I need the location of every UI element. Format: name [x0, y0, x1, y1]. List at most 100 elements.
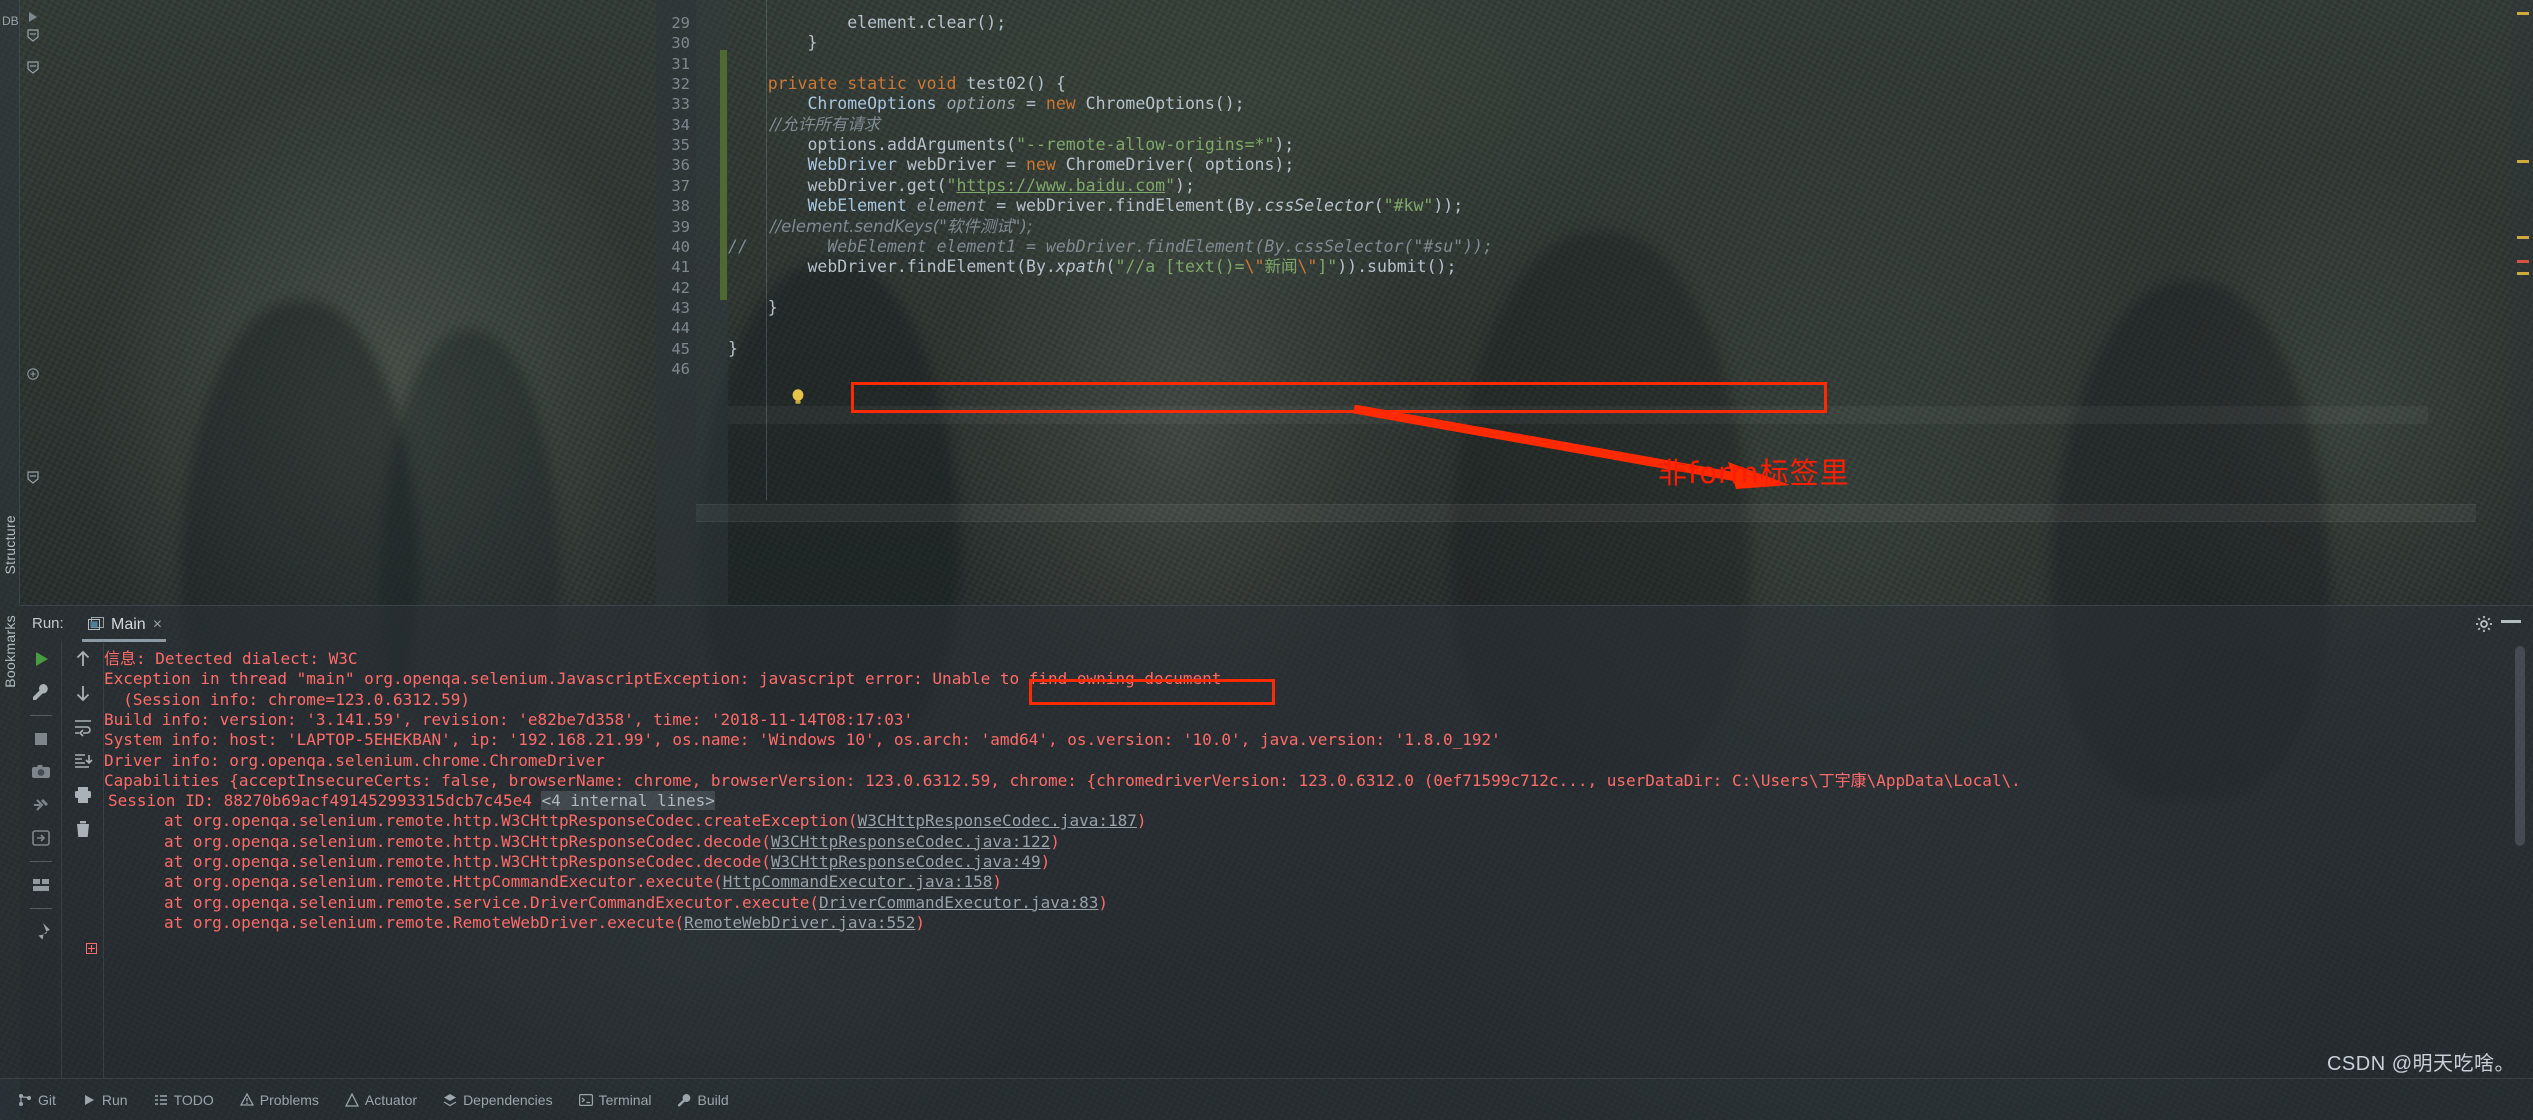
dump-threads-icon[interactable] — [31, 795, 51, 815]
warning-marker[interactable] — [2517, 160, 2529, 163]
bookmarks-tool-button[interactable]: Bookmarks — [2, 615, 18, 688]
code-line[interactable]: WebElement element = webDriver.findEleme… — [728, 196, 1463, 216]
stack-trace-line[interactable]: at org.openqa.selenium.remote.http.W3CHt… — [164, 852, 1050, 872]
status-bar-item-build[interactable]: Build — [677, 1091, 729, 1108]
print-icon[interactable] — [73, 785, 93, 805]
ide-window: DB Structure Bookmarks 29 30 31 32 33 34 35 36 3… — [0, 0, 2533, 1120]
code-line[interactable]: //element.sendKeys("软件测试"); — [728, 218, 1032, 235]
stack-frame-link[interactable]: W3CHttpResponseCodec.java:49 — [771, 852, 1041, 871]
fold-collapse-icon[interactable] — [26, 28, 40, 42]
line-number: 32 — [671, 75, 690, 94]
status-bar-item-run[interactable]: Run — [82, 1092, 128, 1108]
previous-occurrence-icon[interactable] — [73, 649, 93, 669]
code-token: ChromeDriver( options); — [1065, 155, 1295, 175]
structure-tool-button[interactable]: Structure — [2, 515, 18, 575]
database-tool-label[interactable]: DB — [2, 14, 19, 28]
code-line[interactable]: ChromeOptions options = new ChromeOption… — [728, 96, 1244, 113]
status-bar: Git Run TODO Problems Actuator Dependencies Te… — [0, 1078, 2533, 1120]
line-number: 34 — [671, 115, 690, 134]
fold-expand-icon[interactable] — [26, 367, 40, 381]
status-bar-item-terminal[interactable]: Terminal — [578, 1092, 651, 1108]
stack-trace-line[interactable]: at org.openqa.selenium.remote.service.Dr… — [164, 893, 1108, 913]
console-output[interactable]: 信息: Detected dialect: W3C Exception in th… — [104, 641, 2499, 1078]
code-line[interactable]: element.clear(); — [728, 13, 1006, 32]
clear-all-icon[interactable] — [73, 819, 93, 839]
line-number: 35 — [671, 136, 690, 155]
stack-frame-link[interactable]: W3CHttpResponseCodec.java:187 — [858, 811, 1137, 830]
warning-marker[interactable] — [2517, 236, 2529, 239]
editor-marker-bar[interactable] — [2511, 0, 2533, 605]
run-gutter-icon[interactable] — [26, 10, 40, 24]
code-line[interactable]: //允许所有请求 — [728, 116, 880, 133]
code-line[interactable]: } — [728, 35, 817, 52]
code-token: element — [728, 13, 917, 32]
next-occurrence-icon[interactable] — [73, 683, 93, 703]
code-text-area[interactable]: element.clear(); } private static void t… — [728, 0, 2503, 605]
status-bar-item-label: Build — [697, 1091, 729, 1108]
stack-frame-link[interactable]: HttpCommandExecutor.java:158 — [723, 872, 993, 891]
console-scrollbar[interactable] — [2515, 646, 2525, 846]
stack-frame-link[interactable]: W3CHttpResponseCodec.java:122 — [771, 832, 1050, 851]
minimize-icon[interactable] — [2501, 620, 2521, 623]
restore-layout-icon[interactable] — [31, 828, 51, 848]
error-highlight-box — [1029, 679, 1275, 705]
code-token: .clear — [916, 13, 977, 32]
run-icon — [82, 1093, 96, 1107]
editor-line-number-gutter: 29 30 31 32 33 34 35 36 37 38 39 40 41 42 43 44 45 46 — [656, 0, 696, 605]
stack-trace-line[interactable]: at org.openqa.selenium.remote.RemoteWebD… — [164, 913, 925, 933]
toolbar-separator — [29, 861, 52, 862]
left-tool-rail-bottom: Structure Bookmarks — [0, 515, 20, 1120]
stack-frame-suffix: ) — [1136, 811, 1147, 831]
scroll-to-end-icon[interactable] — [73, 751, 93, 771]
run-tab-main[interactable]: Main × — [82, 611, 168, 639]
gear-icon[interactable] — [2475, 615, 2493, 633]
code-token: \" — [1244, 257, 1265, 277]
stack-trace-line[interactable]: at org.openqa.selenium.remote.http.W3CHt… — [164, 811, 1147, 831]
camera-snapshot-icon[interactable] — [31, 762, 51, 782]
soft-wrap-icon[interactable] — [73, 717, 93, 737]
session-id-text: Session ID: 88270b69acf491452993315dcb7c… — [108, 791, 542, 811]
problems-icon — [239, 1092, 254, 1107]
rerun-icon[interactable] — [31, 649, 51, 669]
expand-fold-icon[interactable] — [86, 943, 97, 954]
code-line[interactable]: // WebElement element1 = webDriver.findE… — [728, 238, 1493, 255]
stack-trace-line[interactable]: at org.openqa.selenium.remote.http.W3CHt… — [164, 832, 1060, 852]
code-token: ( — [1373, 196, 1384, 216]
stack-frame-link[interactable]: RemoteWebDriver.java:552 — [684, 913, 915, 932]
code-line[interactable]: private static void test02() { — [728, 75, 1066, 92]
code-line[interactable]: } — [728, 299, 778, 316]
code-token: } — [728, 338, 738, 358]
console-session-line[interactable]: Session ID: 88270b69acf491452993315dcb7c… — [108, 791, 715, 811]
warning-marker[interactable] — [2517, 272, 2529, 275]
status-bar-item-problems[interactable]: Problems — [239, 1092, 319, 1108]
toolbar-separator — [29, 715, 52, 716]
console-line: Build info: version: '3.141.59', revisio… — [104, 709, 914, 729]
layout-settings-icon[interactable] — [31, 875, 51, 895]
fold-collapse-icon[interactable] — [26, 60, 40, 74]
console-line: Capabilities {acceptInsecureCerts: false… — [104, 770, 2021, 790]
status-bar-item-todo[interactable]: TODO — [154, 1092, 214, 1108]
code-editor[interactable]: 29 30 31 32 33 34 35 36 37 38 39 40 41 42 43 44 45 46 ele… — [20, 0, 2533, 605]
edit-configuration-icon[interactable] — [31, 682, 51, 702]
code-line[interactable]: } — [728, 338, 738, 358]
status-bar-item-git[interactable]: Git — [18, 1092, 56, 1108]
status-bar-item-actuator[interactable]: Actuator — [344, 1091, 418, 1108]
fold-collapse-icon[interactable] — [26, 470, 40, 484]
run-label: Run: — [32, 615, 64, 632]
code-line[interactable]: webDriver.findElement(By.xpath("//a [tex… — [728, 257, 1456, 277]
close-icon[interactable]: × — [153, 616, 162, 634]
stack-frame-link[interactable]: DriverCommandExecutor.java:83 — [819, 893, 1098, 912]
code-line[interactable]: WebDriver webDriver = new ChromeDriver( … — [728, 155, 1295, 175]
error-marker[interactable] — [2517, 260, 2529, 263]
folded-lines-badge[interactable]: <4 internal lines> — [541, 791, 715, 811]
run-toolbar-primary — [20, 641, 62, 1078]
status-bar-item-label: Actuator — [364, 1091, 418, 1108]
pin-tab-icon[interactable] — [31, 922, 51, 942]
line-number: 44 — [671, 319, 690, 338]
code-line[interactable]: webDriver.get("https://www.baidu.com"); — [728, 177, 1194, 194]
code-line[interactable]: options.addArguments("--remote-allow-ori… — [728, 136, 1294, 153]
status-bar-item-dependencies[interactable]: Dependencies — [443, 1092, 553, 1108]
stop-icon[interactable] — [31, 729, 51, 749]
warning-marker[interactable] — [2517, 12, 2529, 15]
stack-trace-line[interactable]: at org.openqa.selenium.remote.HttpComman… — [164, 872, 1002, 892]
